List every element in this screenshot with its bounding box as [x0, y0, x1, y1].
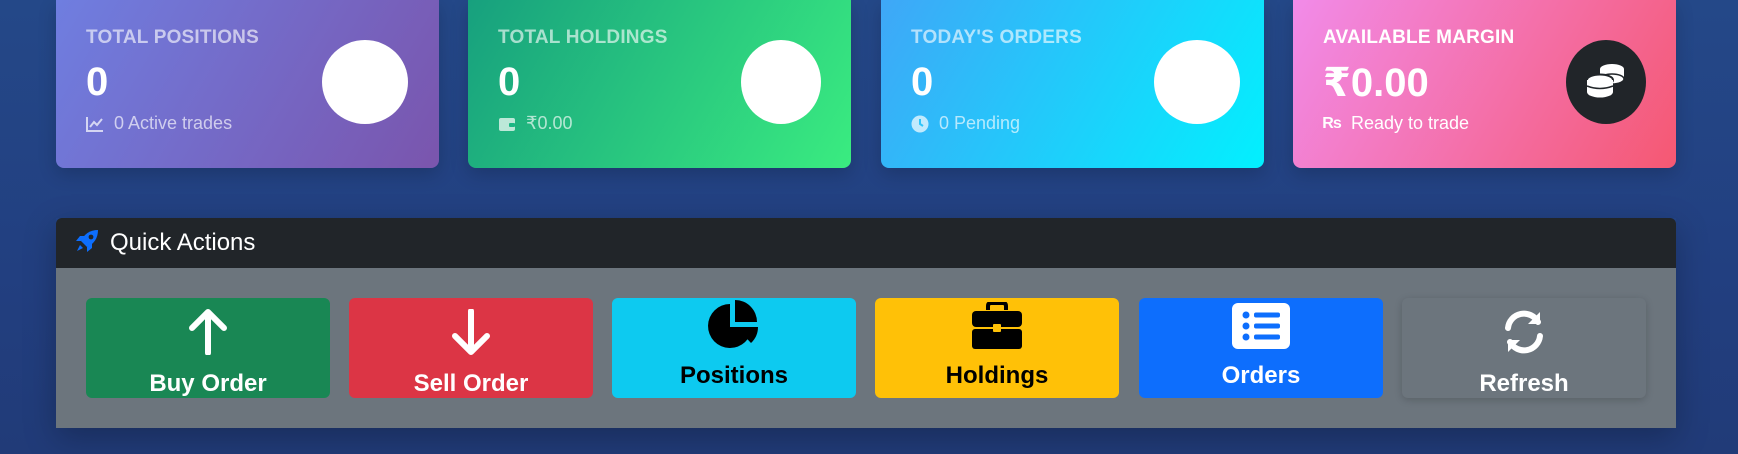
button-label: Positions: [679, 362, 788, 389]
sell-order-button[interactable]: Sell Order: [349, 298, 593, 398]
rocket-icon: [74, 228, 100, 259]
card-label: AVAILABLE MARGIN: [1323, 27, 1515, 48]
pie-chart-icon: [706, 298, 762, 354]
chart-line-icon: [86, 115, 104, 133]
card-label: TODAY'S ORDERS: [911, 27, 1082, 48]
card-label: TOTAL POSITIONS: [86, 27, 259, 48]
holdings-button[interactable]: Holdings: [875, 298, 1119, 398]
card-sub-text: Ready to trade: [1351, 113, 1470, 133]
stats-cards: TOTAL POSITIONS 0 0 Active trades TOTAL …: [56, 0, 1676, 168]
coins-icon: [1584, 60, 1628, 105]
button-label: Orders: [1221, 362, 1301, 389]
total-holdings-card: TOTAL HOLDINGS 0 ₹0.00: [468, 0, 851, 168]
available-margin-card: AVAILABLE MARGIN ₹0.00 ₨ Ready to trade: [1293, 0, 1676, 168]
buy-order-button[interactable]: Buy Order: [86, 298, 330, 398]
list-icon: [1232, 298, 1290, 354]
arrow-down-icon: [450, 306, 492, 358]
card-sub-text: ₹0.00: [526, 113, 573, 133]
card-subtext: 0 Pending: [911, 113, 1020, 134]
card-icon-circle: [1566, 40, 1646, 124]
button-label: Holdings: [945, 362, 1049, 389]
arrow-up-icon: [187, 306, 229, 358]
card-value: 0: [911, 60, 934, 104]
quick-actions-panel: Quick Actions Buy Order Sell Order Posit…: [56, 218, 1676, 428]
quick-actions-body: Buy Order Sell Order Positions Holdings …: [56, 268, 1676, 428]
rupee-icon: ₨: [1322, 114, 1342, 132]
briefcase-icon: [971, 298, 1023, 354]
button-label: Sell Order: [413, 370, 529, 397]
button-label: Refresh: [1479, 370, 1569, 397]
card-icon-circle: [1154, 40, 1240, 124]
todays-orders-card: TODAY'S ORDERS 0 0 Pending: [881, 0, 1264, 168]
card-subtext: ₹0.00: [498, 113, 573, 134]
card-icon-circle: [741, 40, 821, 124]
total-positions-card: TOTAL POSITIONS 0 0 Active trades: [56, 0, 439, 168]
card-value: 0: [86, 60, 109, 104]
card-sub-text: 0 Active trades: [114, 113, 233, 133]
card-icon-circle: [322, 40, 408, 124]
card-sub-text: 0 Pending: [939, 113, 1021, 133]
quick-actions-header: Quick Actions: [56, 218, 1676, 268]
card-label: TOTAL HOLDINGS: [498, 27, 668, 48]
card-subtext: 0 Active trades: [86, 113, 232, 134]
wallet-icon: [498, 115, 516, 133]
quick-actions-title: Quick Actions: [110, 229, 256, 256]
refresh-button[interactable]: Refresh: [1402, 298, 1646, 398]
card-subtext: ₨ Ready to trade: [1322, 113, 1470, 134]
positions-button[interactable]: Positions: [612, 298, 856, 398]
card-value: ₹0.00: [1323, 61, 1429, 105]
orders-button[interactable]: Orders: [1139, 298, 1383, 398]
card-value: 0: [498, 60, 521, 104]
clock-icon: [911, 115, 929, 133]
refresh-icon: [1500, 306, 1548, 358]
button-label: Buy Order: [149, 370, 267, 397]
